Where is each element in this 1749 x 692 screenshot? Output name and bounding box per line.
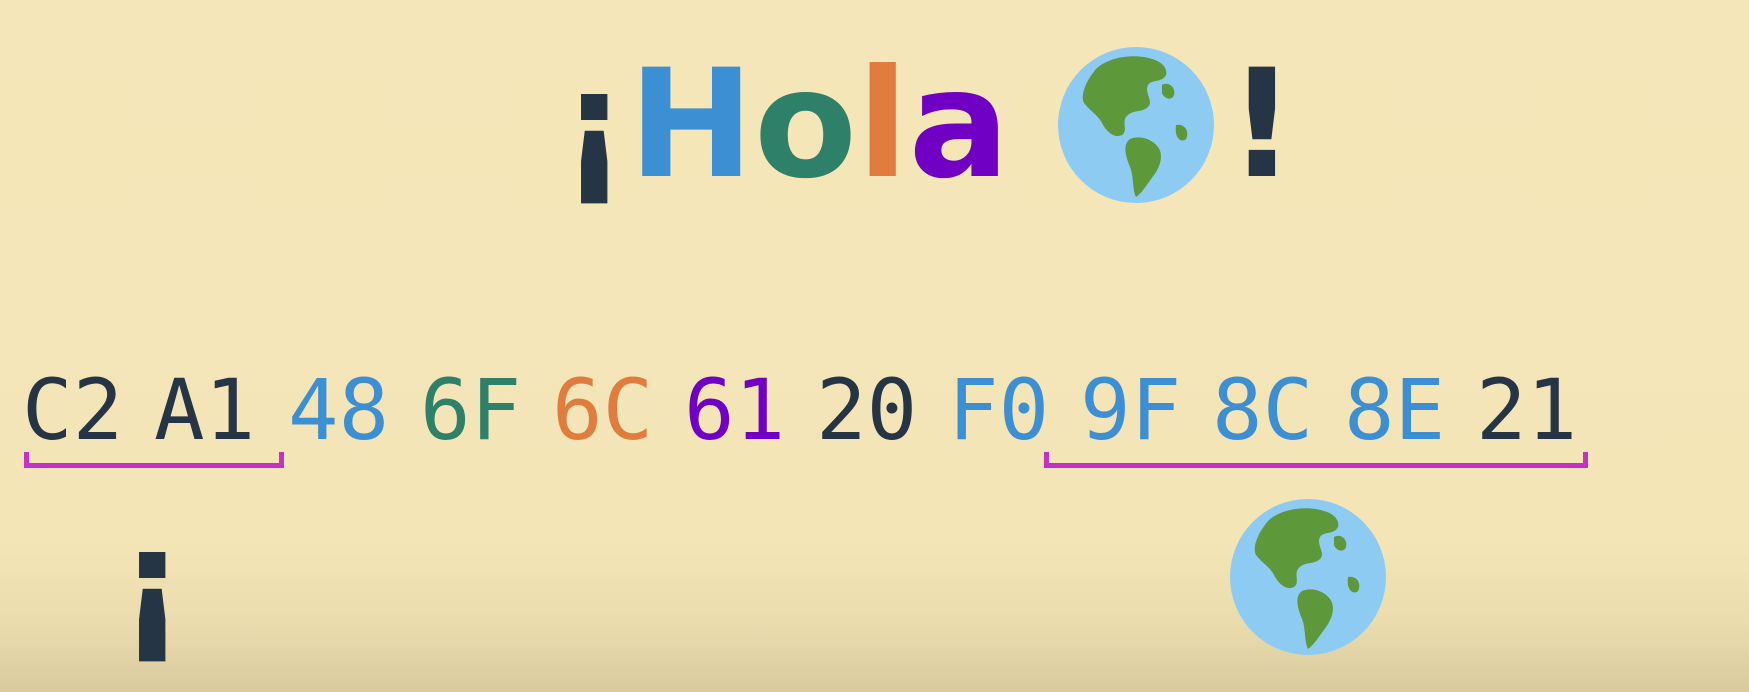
title-char-l: l — [857, 38, 909, 212]
slide: ¡ H o l a ! C2 A1 48 6F 6C 61 20 F0 9F 8… — [0, 0, 1749, 692]
title-char-o: o — [753, 38, 858, 212]
decoded-inverted-exclamation: ¡ — [118, 496, 187, 670]
byte-6f: 6F — [420, 361, 522, 459]
byte-8c: 8C — [1212, 361, 1314, 459]
byte-21: 21 — [1476, 361, 1578, 459]
globe-americas-icon — [1228, 497, 1388, 657]
title-char-h: H — [628, 38, 754, 212]
byte-c2: C2 — [22, 361, 124, 459]
globe-americas-icon — [1056, 45, 1216, 205]
byte-48: 48 — [288, 361, 390, 459]
byte-a1: A1 — [154, 361, 256, 459]
title-char-exclamation: ! — [1227, 38, 1297, 212]
title-char-inverted-exclamation: ¡ — [560, 38, 629, 212]
hola-title: ¡ H o l a ! — [560, 40, 1296, 210]
byte-20: 20 — [816, 361, 918, 459]
byte-9f: 9F — [1080, 361, 1182, 459]
byte-61: 61 — [684, 361, 786, 459]
byte-f0: F0 — [948, 361, 1050, 459]
title-char-a: a — [908, 38, 1010, 212]
byte-6c: 6C — [552, 361, 654, 459]
byte-8e: 8E — [1344, 361, 1446, 459]
bracket-globe-bytes — [1044, 452, 1588, 468]
bracket-inverted-exclamation-bytes — [24, 452, 284, 468]
